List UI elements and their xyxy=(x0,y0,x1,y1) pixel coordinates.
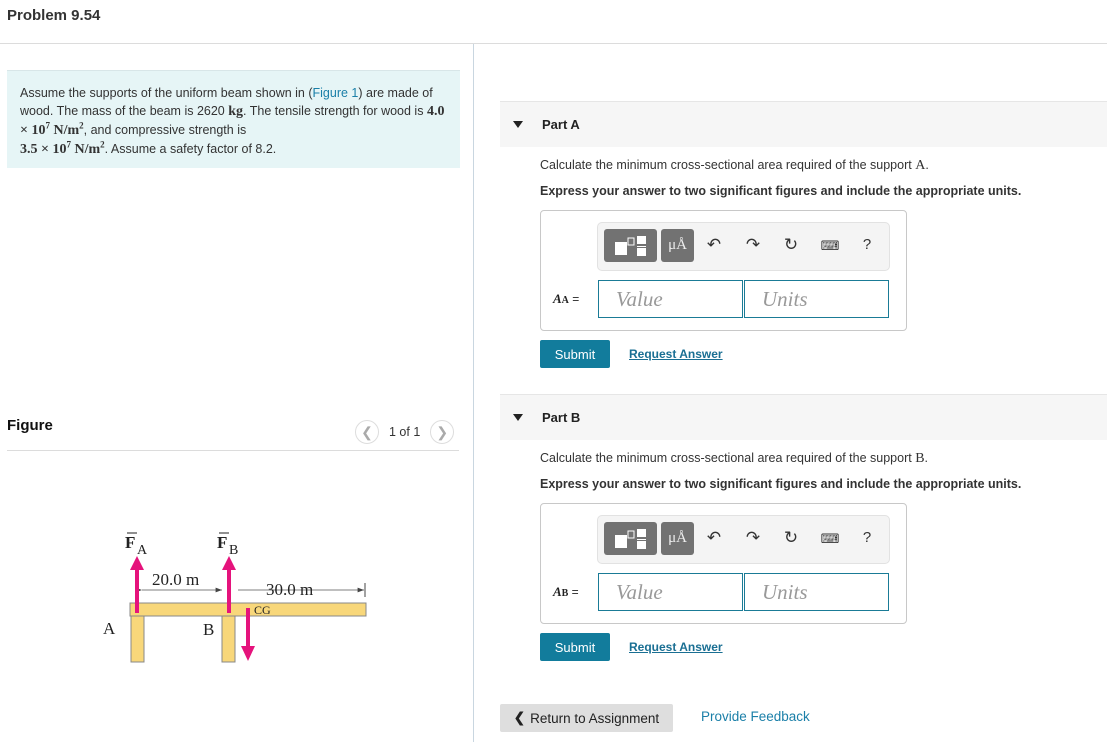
part-b-value-input[interactable]: Value xyxy=(598,573,743,611)
force-a-head xyxy=(130,556,144,570)
support-a-label: A xyxy=(103,619,116,638)
part-a-instruction: Express your answer to two significant f… xyxy=(540,184,1022,198)
force-a-sub: A xyxy=(137,543,148,558)
weight-head xyxy=(241,646,255,661)
math-toolbar: μÅ ↶ ↷ ↻ ⌨ ? xyxy=(597,222,890,271)
keyboard-icon[interactable]: ⌨ xyxy=(820,238,840,254)
pane-divider xyxy=(473,44,474,742)
chevron-right-icon[interactable]: ❯ xyxy=(430,420,455,444)
part-b-header[interactable]: Part B xyxy=(500,394,1107,440)
beam-diagram: F A F B 20.0 m 30.0 m CG A B xyxy=(103,532,367,663)
undo-icon[interactable]: ↶ xyxy=(704,235,724,255)
problem-text: . The tensile strength for wood is xyxy=(243,104,427,118)
distance-ab-label: 20.0 m xyxy=(152,570,199,589)
part-b-units-input[interactable]: Units xyxy=(744,573,889,611)
part-a-units-input[interactable]: Units xyxy=(744,280,889,318)
chevron-left-icon[interactable]: ❮ xyxy=(355,420,379,444)
part-a-label: Part A xyxy=(542,117,580,132)
part-a-value-input[interactable]: Value xyxy=(598,280,743,318)
part-a-answer-label: AA = xyxy=(553,291,580,306)
undo-icon[interactable]: ↶ xyxy=(704,528,724,548)
part-a-header[interactable]: Part A xyxy=(500,101,1107,147)
figure-pager: ❮ 1 of 1 ❯ xyxy=(355,420,455,444)
force-b-label: F xyxy=(217,533,227,552)
support-a xyxy=(130,614,145,663)
part-b-answer-label: AB = xyxy=(553,584,579,599)
figure-link[interactable]: Figure 1 xyxy=(313,86,359,100)
math-toolbar: μÅ ↶ ↷ ↻ ⌨ ? xyxy=(597,515,890,564)
part-b-answer-box: μÅ ↶ ↷ ↻ ⌨ ? AB = Value Units xyxy=(540,503,907,624)
support-b xyxy=(221,614,236,663)
part-b-instruction: Express your answer to two significant f… xyxy=(540,477,1022,491)
help-button[interactable]: ? xyxy=(857,529,877,546)
compressive-strength: 3.5 × 107 N/m2 xyxy=(20,139,105,157)
part-b-request-answer-link[interactable]: Request Answer xyxy=(629,640,723,654)
collapse-triangle-icon xyxy=(513,414,523,421)
mass-unit: kg xyxy=(228,104,244,119)
fraction-template-icon[interactable] xyxy=(604,229,657,262)
force-b-sub: B xyxy=(229,543,238,558)
header-divider xyxy=(0,43,1107,44)
cg-label: CG xyxy=(254,603,271,617)
help-button[interactable]: ? xyxy=(857,236,877,253)
part-a-submit-button[interactable]: Submit xyxy=(540,340,610,368)
fraction-template-icon[interactable] xyxy=(604,522,657,555)
return-to-assignment-button[interactable]: ❮ Return to Assignment xyxy=(500,704,673,732)
force-a-label: F xyxy=(125,533,135,552)
part-b-label: Part B xyxy=(542,410,581,425)
provide-feedback-link[interactable]: Provide Feedback xyxy=(701,709,810,724)
support-b-label: B xyxy=(203,620,214,639)
part-a-answer-box: μÅ ↶ ↷ ↻ ⌨ ? AA = Value Units xyxy=(540,210,907,331)
part-b-submit-button[interactable]: Submit xyxy=(540,633,610,661)
part-a-request-answer-link[interactable]: Request Answer xyxy=(629,347,723,361)
collapse-triangle-icon xyxy=(513,121,523,128)
problem-title: Problem 9.54 xyxy=(7,7,101,24)
figure-divider xyxy=(7,450,459,451)
chevron-left-icon: ❮ xyxy=(513,710,526,725)
figure-counter: 1 of 1 xyxy=(389,425,421,439)
return-label: Return to Assignment xyxy=(530,710,660,726)
problem-text: . Assume a safety factor of 8.2. xyxy=(104,142,277,156)
reset-icon[interactable]: ↻ xyxy=(781,235,801,255)
force-b-head xyxy=(222,556,236,570)
distance-b-end-label: 30.0 m xyxy=(266,580,313,599)
figure-heading: Figure xyxy=(7,417,53,434)
problem-text: Assume the supports of the uniform beam … xyxy=(20,86,313,100)
units-button[interactable]: μÅ xyxy=(661,229,694,262)
reset-icon[interactable]: ↻ xyxy=(781,528,801,548)
redo-icon[interactable]: ↷ xyxy=(743,528,763,548)
keyboard-icon[interactable]: ⌨ xyxy=(820,531,840,547)
problem-text: , and compressive strength is xyxy=(83,123,247,137)
redo-icon[interactable]: ↷ xyxy=(743,235,763,255)
part-a-question: Calculate the minimum cross-sectional ar… xyxy=(540,158,929,173)
part-b-question: Calculate the minimum cross-sectional ar… xyxy=(540,451,929,466)
units-button[interactable]: μÅ xyxy=(661,522,694,555)
problem-statement: Assume the supports of the uniform beam … xyxy=(7,70,460,168)
